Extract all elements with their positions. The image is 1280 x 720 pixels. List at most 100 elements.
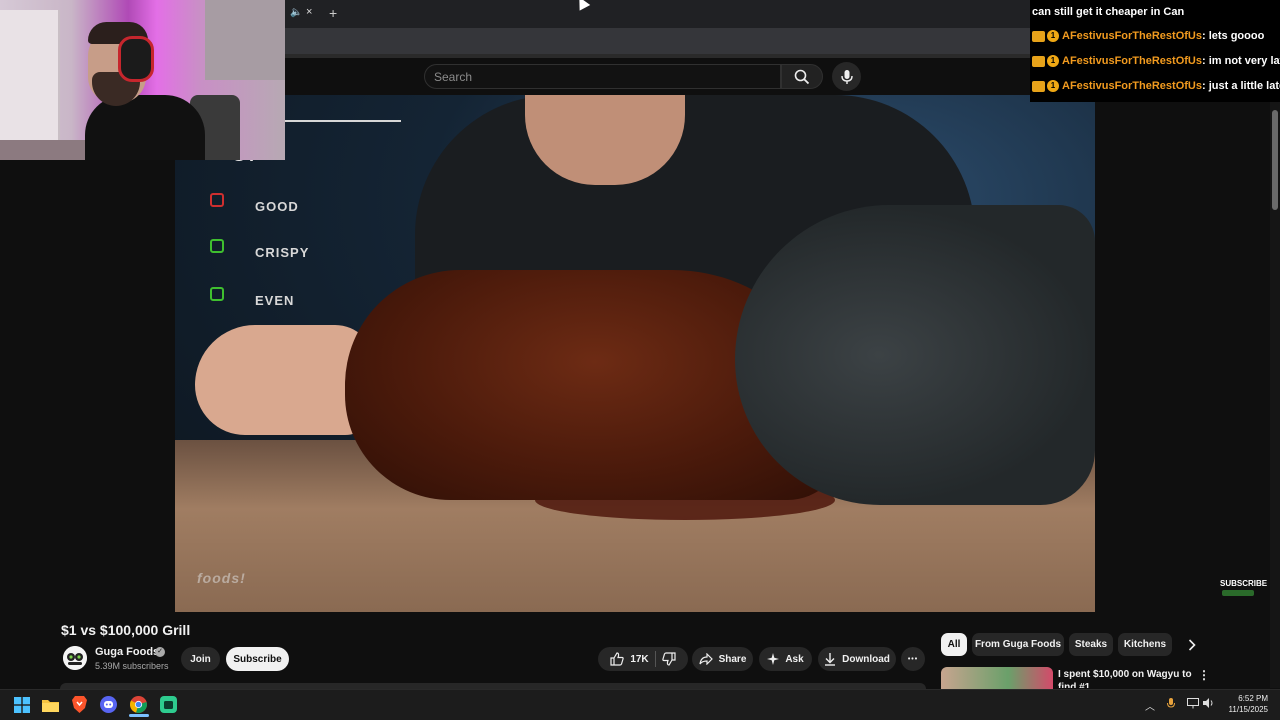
browser-tab-strip [285, 0, 1030, 28]
scrollbar-thumb[interactable] [1272, 110, 1278, 210]
ask-button[interactable]: Ask [759, 647, 812, 671]
subscribe-watermark[interactable]: SUBSCRIBE [1220, 579, 1267, 588]
voice-search-button[interactable] [832, 62, 861, 91]
chips-next-button[interactable] [1182, 636, 1202, 654]
channel-name[interactable]: Guga Foods [95, 646, 159, 658]
video-label-good: GOOD [255, 199, 299, 214]
video-title: $1 vs $100,000 Grill [61, 622, 191, 638]
recommended-video-menu-icon[interactable]: ⋮ [1198, 668, 1210, 682]
search-box[interactable] [424, 64, 781, 89]
share-button[interactable]: Share [692, 647, 753, 671]
chat-message: 1 AFestivusForTheRestOfUs: im not very la… [1032, 55, 1280, 68]
crown-badge-icon [1032, 80, 1045, 92]
webcam-picture-frame [205, 0, 285, 80]
microphone-tray-icon[interactable] [1167, 698, 1175, 713]
download-icon [825, 652, 836, 666]
browser-address-bar[interactable] [285, 28, 1030, 56]
crown-badge-icon [1032, 30, 1045, 42]
file-explorer-icon[interactable] [42, 696, 59, 713]
tab-close-icon[interactable]: × [306, 6, 312, 18]
brave-browser-icon[interactable] [71, 696, 88, 713]
volume-icon[interactable] [1203, 698, 1214, 711]
webcam-streamer-body [85, 95, 205, 160]
video-overlay-line [285, 120, 401, 122]
chip-label: From Guga Foods [974, 639, 1062, 650]
ask-label: Ask [785, 653, 804, 665]
download-label: Download [842, 653, 890, 665]
chat-message-text: : just a little late [1201, 80, 1280, 92]
share-label: Share [718, 653, 747, 665]
recommended-video-title[interactable]: I spent $10,000 on Wagyu to find #1 [1058, 668, 1193, 688]
chat-message: can still get it cheaper in Can [1032, 6, 1184, 18]
microphone-icon [840, 69, 853, 84]
windows-taskbar [0, 689, 1280, 720]
download-button[interactable]: Download [818, 647, 896, 671]
verified-badge-icon: ✓ [155, 647, 165, 657]
subscriber-badge-icon: 1 [1047, 80, 1059, 93]
subscriber-badge-icon: 1 [1047, 30, 1059, 43]
join-button[interactable]: Join [181, 647, 220, 671]
join-label: Join [190, 653, 211, 665]
thumbs-up-icon[interactable] [610, 652, 625, 666]
search-button[interactable] [781, 64, 823, 89]
like-divider [654, 651, 656, 667]
chip-steaks[interactable]: Steaks [1069, 633, 1113, 656]
subscribe-watermark-logo [1222, 590, 1254, 596]
taskbar-active-indicator [129, 714, 149, 717]
tab-audio-icon[interactable]: 🔈 [290, 7, 302, 18]
new-tab-button[interactable]: + [329, 5, 337, 21]
channel-avatar[interactable] [63, 646, 87, 670]
app-icon[interactable] [160, 696, 177, 713]
video-player[interactable]: ST GOOD CRISPY EVEN foods! [175, 95, 1095, 612]
webcam-floor [0, 140, 88, 160]
search-input[interactable] [434, 69, 754, 85]
chat-username: AFestivusForTheRestOfUs [1062, 30, 1202, 42]
guga-logo-icon [63, 646, 87, 670]
chat-username: AFestivusForTheRestOfUs [1062, 80, 1202, 92]
video-gloved-hand [735, 205, 1095, 505]
subscribe-button[interactable]: Subscribe [226, 647, 289, 671]
chat-username: AFestivusForTheRestOfUs [1062, 55, 1202, 67]
subscriber-badge-icon: 1 [1047, 55, 1059, 68]
chat-message-text: can still get it cheaper in Can [1032, 6, 1185, 18]
webcam-overlay [0, 0, 285, 160]
more-icon: ••• [907, 655, 919, 663]
checkbox-icon [210, 193, 224, 207]
chat-message-text: : im not very late [1201, 55, 1280, 67]
like-dislike-group: 17K [598, 647, 688, 671]
video-watermark: foods! [197, 570, 246, 586]
chat-message-text: : lets goooo [1201, 30, 1265, 42]
clock-date[interactable]: 11/15/2025 [1224, 705, 1268, 714]
like-count[interactable]: 17K [630, 654, 648, 665]
subscribe-label: Subscribe [233, 653, 282, 665]
sparkle-icon [767, 653, 780, 665]
chrome-icon[interactable] [130, 696, 147, 713]
recommended-video-thumbnail[interactable] [941, 667, 1053, 689]
video-label-even: EVEN [255, 293, 295, 308]
more-actions-button[interactable]: ••• [901, 647, 925, 671]
crown-badge-icon [1032, 55, 1045, 67]
subscriber-count: 5.39M subscribers [95, 661, 169, 671]
discord-icon[interactable] [100, 696, 117, 713]
chip-kitchens[interactable]: Kitchens [1118, 633, 1172, 656]
video-label-crispy: CRISPY [255, 245, 310, 260]
tray-overflow-chevron-icon[interactable]: ︿ [1145, 698, 1155, 713]
chip-label: Kitchens [1123, 639, 1167, 650]
headset-icon [118, 36, 154, 82]
network-icon[interactable] [1187, 698, 1199, 712]
thumbs-down-icon[interactable] [661, 652, 676, 666]
checkbox-icon [210, 239, 224, 253]
chevron-right-icon [1188, 639, 1196, 651]
chip-label: All [947, 639, 961, 650]
share-icon [698, 653, 713, 665]
webcam-door [0, 10, 60, 160]
search-icon [794, 69, 810, 84]
chip-from-guga-foods[interactable]: From Guga Foods [972, 633, 1064, 656]
chip-label: Steaks [1074, 639, 1108, 650]
clock-time[interactable]: 6:52 PM [1230, 694, 1268, 703]
windows-start-icon[interactable] [13, 696, 30, 713]
chip-all[interactable]: All [941, 633, 967, 656]
chat-message: 1 AFestivusForTheRestOfUs: lets goooo [1032, 30, 1265, 43]
chat-message: 1 AFestivusForTheRestOfUs: just a little … [1032, 80, 1280, 93]
checkbox-icon [210, 287, 224, 301]
